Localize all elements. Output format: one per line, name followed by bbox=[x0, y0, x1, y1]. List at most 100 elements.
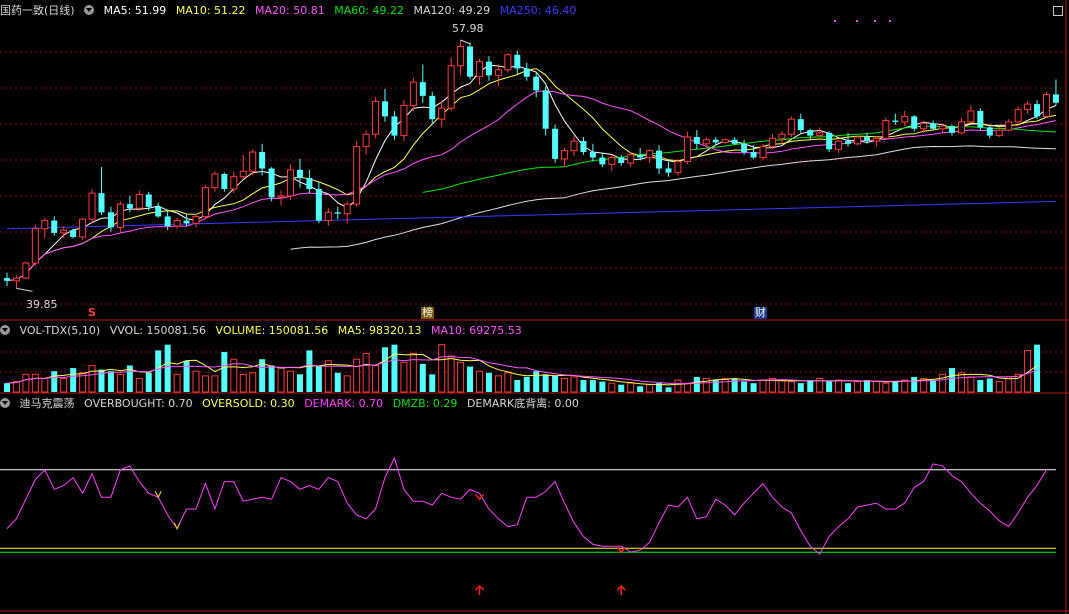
volume-bar-76 bbox=[721, 377, 729, 393]
oscillator-menu-icon[interactable] bbox=[0, 398, 10, 408]
volume-value: VOLUME: 150081.56 bbox=[215, 324, 329, 337]
overbought-value: OVERBOUGHT: 0.70 bbox=[84, 397, 193, 410]
s-marker[interactable]: S bbox=[88, 307, 96, 319]
volume-bar-85 bbox=[807, 380, 814, 392]
candle-body-5 bbox=[51, 220, 58, 233]
candle-body-76 bbox=[721, 139, 729, 143]
candle-body-16 bbox=[155, 206, 162, 217]
volume-bar-53 bbox=[504, 372, 512, 393]
ma10-line bbox=[6, 68, 1056, 282]
candle-body-47 bbox=[447, 65, 455, 109]
oversold-value: OVERSOLD: 0.30 bbox=[202, 397, 295, 410]
volume-bar-61 bbox=[580, 380, 587, 392]
cai-marker[interactable]: 财 bbox=[754, 307, 767, 319]
volume-bar-40 bbox=[382, 347, 388, 392]
volume-bar-1 bbox=[12, 381, 20, 393]
buy-arrow-1 bbox=[616, 584, 626, 595]
candle-body-24 bbox=[230, 176, 238, 190]
volume-bar-94 bbox=[892, 381, 899, 392]
window-toggle-icon[interactable] bbox=[1053, 6, 1063, 16]
candle-body-56 bbox=[533, 76, 540, 91]
volume-ma5-line bbox=[6, 353, 1038, 386]
candle-body-11 bbox=[107, 212, 114, 228]
volume-bar-58 bbox=[552, 375, 559, 392]
volume-bar-41 bbox=[391, 344, 398, 392]
volume-bar-64 bbox=[608, 382, 616, 393]
volume-ma5-value: MA5: 98320.13 bbox=[337, 324, 422, 337]
vvol-value: VVOL: 150081.56 bbox=[109, 324, 207, 337]
ma20-value: MA20: 50.81 bbox=[255, 4, 325, 17]
volume-bar-0 bbox=[4, 383, 10, 392]
candle-body-15 bbox=[145, 194, 152, 207]
volume-bar-21 bbox=[201, 375, 209, 393]
candle-body-78 bbox=[741, 143, 748, 153]
volume-bar-93 bbox=[882, 382, 890, 393]
candle-body-75 bbox=[712, 139, 719, 143]
candle-body-72 bbox=[683, 136, 691, 163]
volume-menu-icon[interactable] bbox=[0, 325, 10, 335]
candle-body-42 bbox=[400, 104, 408, 137]
candle-body-99 bbox=[939, 125, 947, 130]
candle-body-106 bbox=[1005, 121, 1013, 131]
candle-body-93 bbox=[882, 120, 890, 139]
volume-bar-57 bbox=[542, 374, 549, 392]
volume-bar-44 bbox=[419, 363, 426, 392]
candle-body-111 bbox=[1052, 94, 1059, 103]
top-marker-3 bbox=[889, 20, 891, 22]
volume-bar-36 bbox=[343, 375, 351, 393]
volume-bar-56 bbox=[533, 371, 540, 392]
volume-bar-39 bbox=[372, 364, 380, 393]
candle-body-43 bbox=[409, 81, 417, 106]
volume-bar-83 bbox=[787, 381, 795, 393]
candle-body-73 bbox=[693, 136, 700, 144]
candle-body-26 bbox=[249, 151, 257, 172]
candle-body-50 bbox=[476, 61, 483, 78]
candle-body-62 bbox=[589, 152, 596, 158]
candle-body-40 bbox=[382, 101, 388, 117]
candle-body-33 bbox=[315, 189, 322, 221]
candle-body-44 bbox=[419, 82, 426, 96]
candle-body-77 bbox=[731, 139, 738, 144]
volume-bar-98 bbox=[930, 380, 937, 392]
indicator-menu-icon[interactable] bbox=[84, 5, 95, 15]
candle-body-58 bbox=[552, 128, 559, 159]
candle-body-74 bbox=[702, 139, 710, 145]
ma250-value: MA250: 46.40 bbox=[499, 4, 577, 17]
volume-bar-23 bbox=[221, 351, 228, 392]
candle-body-34 bbox=[324, 211, 332, 222]
volume-header: VOL-TDX(5,10) VVOL: 150081.56 VOLUME: 15… bbox=[0, 323, 528, 339]
low-price-label: 39.85 bbox=[26, 298, 58, 311]
volume-bar-87 bbox=[826, 381, 833, 392]
candle-body-27 bbox=[259, 152, 266, 169]
candle-body-89 bbox=[845, 141, 852, 144]
volume-bar-89 bbox=[845, 383, 852, 392]
volume-bar-72 bbox=[683, 382, 691, 393]
dmzb-value: DMZB: 0.29 bbox=[392, 397, 458, 410]
candle-body-48 bbox=[457, 46, 465, 67]
volume-bar-50 bbox=[476, 370, 483, 393]
candle-body-90 bbox=[854, 136, 861, 145]
candle-body-41 bbox=[391, 116, 398, 136]
candle-body-81 bbox=[768, 137, 776, 148]
candle-body-87 bbox=[826, 132, 833, 150]
volume-bar-45 bbox=[429, 374, 436, 392]
candle-body-28 bbox=[268, 168, 275, 198]
volume-bar-19 bbox=[183, 360, 190, 392]
candle-body-69 bbox=[656, 150, 663, 169]
candle-body-101 bbox=[957, 121, 965, 134]
candle-body-2 bbox=[22, 262, 30, 279]
volume-bar-70 bbox=[665, 387, 672, 392]
candle-body-102 bbox=[967, 110, 975, 123]
volume-bar-18 bbox=[173, 373, 181, 393]
volume-bar-52 bbox=[494, 375, 502, 393]
candle-body-23 bbox=[221, 173, 228, 190]
volume-bar-80 bbox=[759, 379, 767, 393]
candle-body-19 bbox=[183, 220, 190, 224]
sell-signal-1 bbox=[173, 522, 181, 530]
volume-bar-84 bbox=[797, 383, 804, 392]
bang-marker[interactable]: 榜 bbox=[421, 307, 434, 319]
volume-bar-47 bbox=[447, 355, 455, 393]
candle-body-70 bbox=[665, 168, 672, 173]
volume-bar-55 bbox=[523, 376, 530, 392]
volume-bar-65 bbox=[618, 384, 625, 392]
